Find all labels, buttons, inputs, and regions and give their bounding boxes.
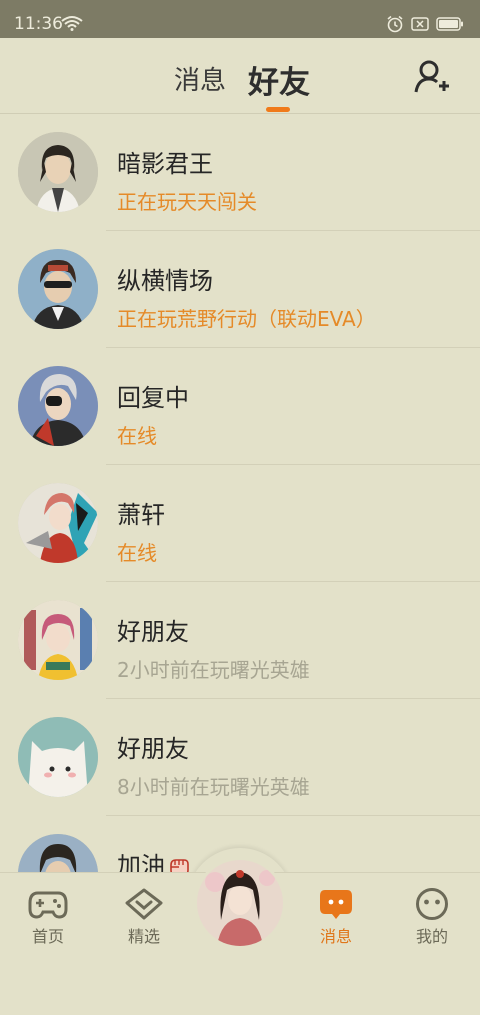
nav-item-mine[interactable]: 我的 [392,887,472,947]
nav-label: 我的 [415,927,448,946]
tab-messages[interactable]: 消息 [174,60,226,97]
friend-list: 暗影君王 正在玩天天闯关 纵横情场 正在玩荒野行动（联动EVA） 回复中 在线 … [0,114,480,872]
tab-friends[interactable]: 好友 [248,57,310,102]
friend-row[interactable]: 回复中 在线 [0,348,480,465]
avatar [18,834,98,872]
nav-item-home[interactable]: 首页 [8,887,88,947]
avatar [18,132,98,212]
friend-name: 好朋友 [117,618,189,646]
status-time: 11:36 [14,14,63,34]
friend-row[interactable]: 萧轩 在线 [0,465,480,582]
gamepad-icon [28,891,68,919]
smiley-face-icon [416,888,448,920]
heart-diamond-icon [125,888,163,920]
nav-label: 消息 [319,927,352,946]
avatar [18,249,98,329]
friend-status: 正在玩天天闯关 [117,190,257,214]
nav-item-featured[interactable]: 精选 [104,887,184,947]
friend-row[interactable]: 纵横情场 正在玩荒野行动（联动EVA） [0,231,480,348]
avatar [18,717,98,797]
avatar [18,600,98,680]
active-tab-indicator [266,107,290,112]
friend-name: 加油 [117,846,191,872]
friend-row[interactable]: 好朋友 2小时前在玩曙光英雄 [0,582,480,699]
friend-status: 在线 [117,541,157,565]
status-bar: 11:36 [0,0,480,38]
fist-emoji-icon [170,859,189,872]
friend-name: 暗影君王 [117,150,213,178]
chat-bubble-icon [320,890,352,919]
friend-row[interactable]: 好朋友 8小时前在玩曙光英雄 [0,699,480,816]
wifi-icon [61,16,83,31]
avatar [18,483,98,563]
friend-status: 正在玩荒野行动（联动EVA） [117,307,376,331]
add-user-icon[interactable] [412,58,452,98]
friend-name: 好朋友 [117,735,189,763]
friend-name: 萧轩 [117,501,165,529]
friend-name: 纵横情场 [117,267,213,295]
app-header: 消息 好友 [0,38,480,114]
friend-row[interactable]: 暗影君王 正在玩天天闯关 [0,114,480,231]
nav-item-messages[interactable]: 消息 [296,887,376,947]
friend-status: 8小时前在玩曙光英雄 [117,775,310,799]
center-profile-avatar[interactable] [197,860,283,946]
friend-status: 在线 [117,424,157,448]
avatar [18,366,98,446]
friend-status: 2小时前在玩曙光英雄 [117,658,310,682]
nav-label: 精选 [127,927,160,946]
battery-icon [436,17,463,31]
friend-name-text: 加油 [117,852,165,872]
alarm-icon [387,15,403,33]
nav-label: 首页 [31,927,64,946]
friend-name: 回复中 [117,384,189,412]
no-sim-icon [411,17,429,31]
